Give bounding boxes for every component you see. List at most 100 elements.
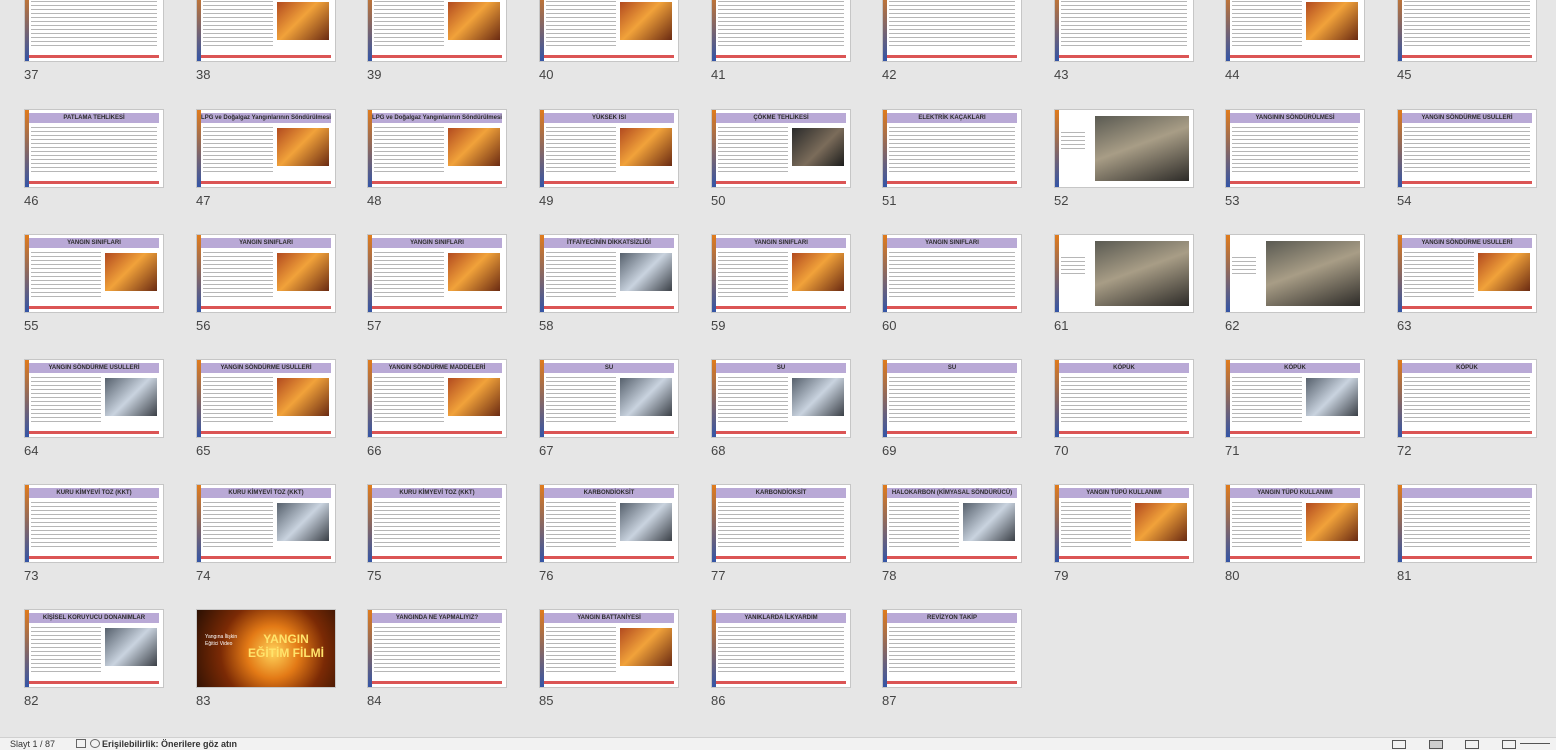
slide-preview[interactable]: KARBONDİOKSİT xyxy=(711,484,851,563)
slide-title: YANGIN TÜPÜ KULLANIMI xyxy=(1086,490,1162,496)
slide-preview[interactable]: YANGIN SÖNDÜRME MADDELERİ xyxy=(367,359,507,438)
slide-title xyxy=(1402,488,1532,498)
slide-preview[interactable] xyxy=(539,0,679,62)
slide-number: 78 xyxy=(882,568,897,583)
slide-preview[interactable] xyxy=(1054,234,1194,313)
normal-view-icon[interactable] xyxy=(1392,740,1407,750)
slide-preview[interactable]: KURU KİMYEVİ TOZ (KKT) xyxy=(196,484,336,563)
slide-preview[interactable]: YANGIN SINIFLARI xyxy=(196,234,336,313)
slide-preview[interactable]: YANGIN TÜPÜ KULLANIMI xyxy=(1225,484,1365,563)
slide-preview[interactable]: SU xyxy=(711,359,851,438)
slide-title: KURU KİMYEVİ TOZ (KKT) xyxy=(228,490,304,496)
slide-preview[interactable]: KURU KİMYEVİ TOZ (KKT) xyxy=(24,484,164,563)
slide-image xyxy=(277,503,329,541)
slide-preview[interactable] xyxy=(711,0,851,62)
slide-preview[interactable]: YANGIN SINIFLARI xyxy=(367,234,507,313)
slide-number: 71 xyxy=(1225,443,1240,458)
slide-number: 80 xyxy=(1225,568,1240,583)
slide-preview[interactable]: KARBONDİOKSİT xyxy=(539,484,679,563)
slide-title: PATLAMA TEHLİKESİ xyxy=(63,115,125,121)
slide-title: KARBONDİOKSİT xyxy=(755,490,807,496)
slide-image xyxy=(620,253,672,291)
slide-title: KÖPÜK xyxy=(1456,365,1478,371)
slide-preview[interactable]: KÖPÜK xyxy=(1054,359,1194,438)
slide-number: 85 xyxy=(539,693,554,708)
notes-icon[interactable] xyxy=(76,739,86,748)
slide-number: 51 xyxy=(882,193,897,208)
slide-number: 83 xyxy=(196,693,211,708)
slide-preview[interactable]: LPG ve Doğalgaz Yangınlarının Söndürülme… xyxy=(367,109,507,188)
slide-title: YANGININ SÖNDÜRÜLMESİ xyxy=(1255,115,1335,121)
slide-preview[interactable]: HALOKARBON (KİMYASAL SÖNDÜRÜCÜ) xyxy=(882,484,1022,563)
slide-title: KURU KİMYEVİ TOZ (KKT) xyxy=(56,490,132,496)
slide-preview[interactable]: SU xyxy=(539,359,679,438)
slide-preview[interactable]: ELEKTRİK KAÇAKLARI xyxy=(882,109,1022,188)
slide-preview[interactable] xyxy=(1225,0,1365,62)
slide-number: 72 xyxy=(1397,443,1412,458)
slide-preview[interactable] xyxy=(1225,234,1365,313)
slide-number: 54 xyxy=(1397,193,1412,208)
slide-title: YANIKLARDA İLKYARDIM xyxy=(744,615,818,621)
slide-preview[interactable] xyxy=(1397,0,1537,62)
zoom-slider[interactable] xyxy=(1520,743,1550,744)
slide-title: YANGIN SINIFLARI xyxy=(925,240,979,246)
slide-preview[interactable]: YANGIN SÖNDÜRME USULLERİ xyxy=(196,359,336,438)
slide-preview[interactable]: SU xyxy=(882,359,1022,438)
slide-title: ÇÖKME TEHLİKESİ xyxy=(753,115,809,121)
slide-title: SU xyxy=(604,365,614,371)
slide-title: YANGIN SÖNDÜRME USULLERİ xyxy=(1421,240,1513,246)
slide-preview[interactable] xyxy=(882,0,1022,62)
slide-preview[interactable]: PATLAMA TEHLİKESİ xyxy=(24,109,164,188)
reading-view-icon[interactable] xyxy=(1465,740,1480,750)
slide-preview[interactable]: YÜKSEK ISI xyxy=(539,109,679,188)
slide-preview[interactable]: YANGININ SÖNDÜRÜLMESİ xyxy=(1225,109,1365,188)
slide-title: YANGIN SÖNDÜRME USULLERİ xyxy=(1421,115,1513,121)
slide-preview[interactable]: REVİZYON TAKİP xyxy=(882,609,1022,688)
slide-number: 47 xyxy=(196,193,211,208)
slide-image xyxy=(1478,253,1530,291)
video-title: YANGIN EĞİTİM FİLMİ xyxy=(248,632,324,660)
slide-show-icon[interactable] xyxy=(1502,740,1516,750)
view-buttons xyxy=(1372,738,1516,750)
slide-title: SU xyxy=(947,365,957,371)
slide-preview[interactable] xyxy=(196,0,336,62)
slide-preview[interactable] xyxy=(367,0,507,62)
slide-sorter-view: 37 38 39 40 41 42 43 44 45 PATLAMA TEHLİKESİ 46 LPG… xyxy=(0,0,1556,738)
slide-preview[interactable]: İTFAİYECİNİN DİKKATSİZLİĞİ xyxy=(539,234,679,313)
slide-preview[interactable]: YANGIN BATTANİYESİ xyxy=(539,609,679,688)
slide-preview[interactable]: KİŞİSEL KORUYUCU DONANIMLAR xyxy=(24,609,164,688)
slide-preview[interactable]: YANGIN TÜPÜ KULLANIMI xyxy=(1054,484,1194,563)
slide-image xyxy=(277,378,329,416)
slide-number: 74 xyxy=(196,568,211,583)
slide-preview[interactable]: YANGIN SÖNDÜRME USULLERİ xyxy=(24,359,164,438)
slide-title: KİŞİSEL KORUYUCU DONANIMLAR xyxy=(42,615,146,621)
slide-preview[interactable] xyxy=(1397,484,1537,563)
slide-preview[interactable] xyxy=(24,0,164,62)
slide-number: 66 xyxy=(367,443,382,458)
slide-number: 68 xyxy=(711,443,726,458)
slide-number: 55 xyxy=(24,318,39,333)
slide-preview[interactable]: YANGIN SÖNDÜRME USULLERİ xyxy=(1397,234,1537,313)
slide-preview[interactable] xyxy=(1054,0,1194,62)
slide-preview[interactable]: LPG ve Doğalgaz Yangınlarının Söndürülme… xyxy=(196,109,336,188)
slide-preview[interactable]: YANGIN SINIFLARI xyxy=(24,234,164,313)
slide-preview[interactable]: KURU KİMYEVİ TOZ (KKT) xyxy=(367,484,507,563)
slide-preview[interactable]: ÇÖKME TEHLİKESİ xyxy=(711,109,851,188)
slide-preview[interactable]: YANGIN SINIFLARI xyxy=(711,234,851,313)
slide-sorter-view-icon[interactable] xyxy=(1428,740,1443,750)
slide-preview[interactable] xyxy=(1054,109,1194,188)
slide-title: İTFAİYECİNİN DİKKATSİZLİĞİ xyxy=(567,240,651,246)
slide-preview[interactable]: YANGIN EĞİTİM FİLMİ Yangına İlişkin Eğiti… xyxy=(196,609,336,688)
slide-preview[interactable]: KÖPÜK xyxy=(1397,359,1537,438)
slide-preview[interactable]: YANGINDA NE YAPMALIYIZ? xyxy=(367,609,507,688)
slide-title: KARBONDİOKSİT xyxy=(583,490,635,496)
accessibility-status[interactable]: Erişilebilirlik: Önerilere göz atın xyxy=(102,738,237,750)
slide-preview[interactable]: YANIKLARDA İLKYARDIM xyxy=(711,609,851,688)
slide-preview[interactable]: YANGIN SINIFLARI xyxy=(882,234,1022,313)
slide-counter: Slayt 1 / 87 xyxy=(10,739,56,749)
status-bar: Slayt 1 / 87 Erişilebilirlik: Önerilere … xyxy=(0,737,1556,750)
slide-preview[interactable]: KÖPÜK xyxy=(1225,359,1365,438)
slide-title: YANGINDA NE YAPMALIYIZ? xyxy=(395,615,479,621)
accessibility-icon[interactable] xyxy=(90,739,100,748)
slide-preview[interactable]: YANGIN SÖNDÜRME USULLERİ xyxy=(1397,109,1537,188)
